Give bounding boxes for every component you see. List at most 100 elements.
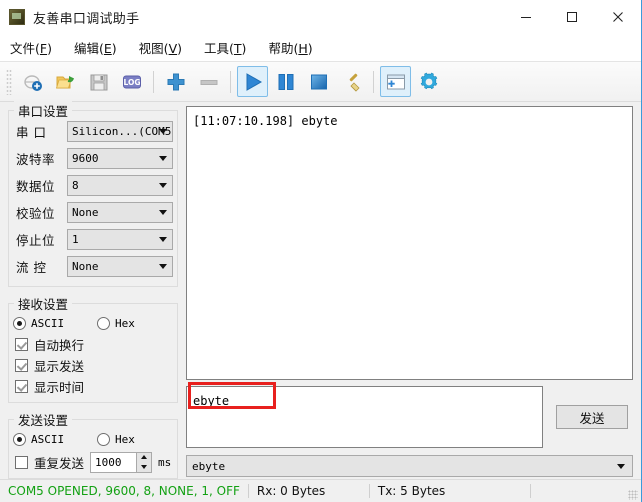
field-databits: 数据位 8 xyxy=(13,173,173,197)
close-button[interactable] xyxy=(595,0,641,34)
receive-auto-newline[interactable]: 自动换行 xyxy=(13,334,173,355)
send-mode-hex-label: Hex xyxy=(115,432,135,446)
chevron-down-icon xyxy=(159,183,167,188)
receive-show-time[interactable]: 显示时间 xyxy=(13,376,173,397)
receive-show-send-label: 显示发送 xyxy=(34,359,85,374)
checkbox-checked-icon xyxy=(15,359,28,372)
field-parity: 校验位 None xyxy=(13,200,173,224)
send-button-column: 发送 xyxy=(551,386,633,448)
menu-item-file[interactable]: 文件(F) xyxy=(10,35,62,60)
receive-show-time-label: 显示时间 xyxy=(34,380,85,395)
checkbox-checked-icon xyxy=(15,380,28,393)
main-body: 串口设置 串 口 Silicon...(COM5 波特率 9600 数据位 8 … xyxy=(0,101,641,479)
remove-icon[interactable] xyxy=(193,66,224,97)
port-combo-value: Silicon...(COM5 xyxy=(72,124,172,138)
receive-mode-ascii[interactable]: ASCII xyxy=(13,316,91,330)
stepper-up-icon[interactable] xyxy=(137,453,151,463)
field-baudrate-label: 波特率 xyxy=(16,151,56,167)
field-databits-label: 数据位 xyxy=(16,178,56,194)
send-settings-title: 发送设置 xyxy=(14,410,73,429)
databits-combo[interactable]: 8 xyxy=(67,174,173,196)
toolbar-separator xyxy=(230,70,231,93)
flowcontrol-combo[interactable]: None xyxy=(67,255,173,277)
maximize-button[interactable] xyxy=(549,0,595,34)
send-button[interactable]: 发送 xyxy=(556,405,628,429)
send-history-combo[interactable]: ebyte xyxy=(186,455,633,477)
baudrate-combo-value: 9600 xyxy=(72,151,99,165)
parity-combo-value: None xyxy=(72,205,99,219)
open-port-icon[interactable] xyxy=(17,66,48,97)
chevron-down-icon xyxy=(159,156,167,161)
serial-settings-group: 串口设置 串 口 Silicon...(COM5 波特率 9600 数据位 8 … xyxy=(8,101,178,287)
send-mode-hex[interactable]: Hex xyxy=(97,432,135,446)
clear-broom-icon[interactable] xyxy=(336,66,367,97)
chevron-down-icon xyxy=(159,264,167,269)
open-file-icon[interactable] xyxy=(50,66,81,97)
stepper-down-icon[interactable] xyxy=(137,462,151,472)
window-controls xyxy=(503,0,641,34)
repeat-interval-value: 1000 xyxy=(95,455,122,469)
radio-on-icon xyxy=(13,432,26,446)
pause-icon[interactable] xyxy=(270,66,301,97)
receive-settings-group: 接收设置 ASCII Hex 自动换行 显示发送 显示时间 xyxy=(8,294,178,403)
menu-item-tools[interactable]: 工具(T) xyxy=(204,35,256,60)
status-rx: Rx: 0 Bytes xyxy=(256,484,326,498)
repeat-interval-stepper[interactable]: 1000 xyxy=(90,451,153,473)
status-tx: Tx: 5 Bytes xyxy=(377,484,446,498)
receive-mode-hex-label: Hex xyxy=(115,316,135,330)
send-input-wrapper: ebyte xyxy=(186,382,543,448)
menu-item-view[interactable]: 视图(V) xyxy=(139,35,192,60)
send-mode-ascii[interactable]: ASCII xyxy=(13,432,91,446)
resize-grip[interactable] xyxy=(628,490,638,500)
send-row: ebyte 发送 xyxy=(186,382,633,448)
stop-icon[interactable] xyxy=(303,66,334,97)
field-flowcontrol-label: 流 控 xyxy=(16,259,47,275)
add-icon[interactable] xyxy=(160,66,191,97)
minimize-button[interactable] xyxy=(503,0,549,34)
stopbits-combo[interactable]: 1 xyxy=(67,228,173,250)
parity-combo[interactable]: None xyxy=(67,201,173,223)
settings-gear-icon[interactable] xyxy=(413,66,444,97)
radio-off-icon xyxy=(97,432,110,446)
flowcontrol-combo-value: None xyxy=(72,259,99,273)
terminal-output[interactable]: [11:07:10.198] ebyte xyxy=(186,106,633,380)
checkbox-unchecked-icon[interactable] xyxy=(15,455,28,469)
field-stopbits-label: 停止位 xyxy=(16,232,56,248)
status-divider xyxy=(529,484,531,498)
receive-mode-hex[interactable]: Hex xyxy=(97,316,135,330)
field-port-label: 串 口 xyxy=(16,124,47,140)
application-window: 友善串口调试助手 文件(F) 编辑(E) 视图(V) 工具(T) 帮助(H) L… xyxy=(0,0,642,502)
receive-show-send[interactable]: 显示发送 xyxy=(13,355,173,376)
toolbar: LOG xyxy=(0,61,641,102)
save-icon[interactable] xyxy=(83,66,114,97)
field-port: 串 口 Silicon...(COM5 xyxy=(13,119,173,143)
toolbar-grip[interactable] xyxy=(6,68,12,95)
field-baudrate: 波特率 9600 xyxy=(13,146,173,170)
menu-item-help[interactable]: 帮助(H) xyxy=(268,35,322,60)
window-title: 友善串口调试助手 xyxy=(33,11,140,27)
port-combo[interactable]: Silicon...(COM5 xyxy=(67,120,173,142)
send-settings-group: 发送设置 ASCII Hex 重复发送 1000 ms xyxy=(8,410,178,479)
new-window-icon[interactable] xyxy=(380,66,411,97)
radio-off-icon xyxy=(97,316,110,330)
stepper-buttons[interactable] xyxy=(136,452,152,472)
send-mode-ascii-label: ASCII xyxy=(31,432,65,446)
log-icon[interactable]: LOG xyxy=(116,66,147,97)
status-bar: COM5 OPENED, 9600, 8, NONE, 1, OFF Rx: 0… xyxy=(0,479,641,502)
repeat-interval-unit: ms xyxy=(158,455,172,469)
send-history-value: ebyte xyxy=(192,459,226,473)
chevron-down-icon xyxy=(159,210,167,215)
send-input[interactable]: ebyte xyxy=(186,386,543,448)
chevron-down-icon xyxy=(617,464,625,469)
databits-combo-value: 8 xyxy=(72,178,79,192)
terminal-line: [11:07:10.198] ebyte xyxy=(193,114,338,128)
toolbar-separator xyxy=(373,70,374,93)
play-icon[interactable] xyxy=(237,66,268,97)
send-mode-row: ASCII Hex xyxy=(13,428,173,450)
receive-mode-ascii-label: ASCII xyxy=(31,316,65,330)
svg-text:LOG: LOG xyxy=(123,78,140,87)
menu-item-edit[interactable]: 编辑(E) xyxy=(74,35,127,60)
receive-settings-title: 接收设置 xyxy=(14,294,73,313)
field-flowcontrol: 流 控 None xyxy=(13,254,173,278)
baudrate-combo[interactable]: 9600 xyxy=(67,147,173,169)
